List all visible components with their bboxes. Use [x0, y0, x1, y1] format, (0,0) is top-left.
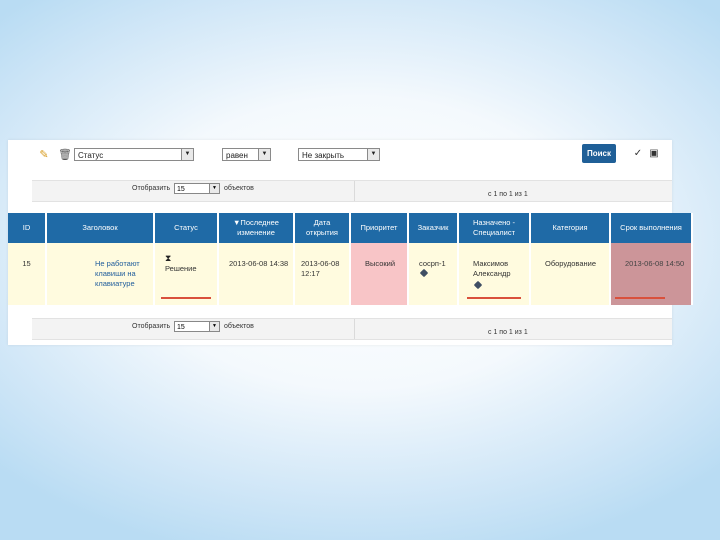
column-header-id[interactable]: ID	[8, 213, 47, 243]
status-text: Решение	[165, 264, 197, 273]
status-filter-value: Статус	[78, 151, 104, 160]
chevron-down-icon[interactable]: ▼	[209, 184, 219, 193]
column-header-customer[interactable]: Заказчик	[408, 213, 459, 243]
column-header-due[interactable]: Срок выполнения	[610, 213, 693, 243]
cell-status: ⧗ Решение	[154, 243, 219, 305]
due-text: 2013-06-08 14:50	[625, 259, 685, 268]
pager-bottom: Отобразить 15 ▼ объектов с 1 по 1 из 1	[32, 318, 672, 340]
hourglass-icon: ⧗	[165, 253, 172, 263]
table-header-row: ID Заголовок Статус ▼Последнее изменение…	[8, 213, 693, 243]
trash-icon[interactable]: 🗑	[58, 149, 72, 161]
pager-top: Отобразить 15 ▼ объектов с 1 по 1 из 1	[32, 180, 672, 202]
show-label: Отобразить	[132, 185, 171, 192]
user-cube-icon[interactable]	[473, 280, 483, 290]
cell-priority: Высокий	[350, 243, 409, 305]
assignee-text[interactable]: Максимов Александр	[473, 259, 511, 278]
due-underline	[615, 297, 665, 299]
page-info: с 1 по 1 из 1	[488, 329, 528, 336]
search-toolbar: ✎ 🗑 Статус ▼ равен ▼ Не закрыть ▼ Поиск …	[8, 140, 672, 174]
chevron-down-icon[interactable]: ▼	[209, 322, 219, 331]
page-size-value: 15	[177, 186, 185, 193]
items-label: объектов	[224, 323, 254, 330]
tickets-table: ID Заголовок Статус ▼Последнее изменение…	[8, 213, 693, 305]
cell-assignee: Максимов Александр	[458, 243, 531, 305]
user-cube-icon[interactable]	[419, 268, 429, 278]
select-all-icon[interactable]: ▣	[648, 148, 660, 160]
table-row[interactable]: 15 Не работают клавиши на клавиатуре ⧗ Р…	[8, 243, 693, 305]
show-label: Отобразить	[132, 323, 171, 330]
column-header-last-change[interactable]: ▼Последнее изменение	[218, 213, 295, 243]
column-header-opened[interactable]: Дата открытия	[294, 213, 351, 243]
page-info: с 1 по 1 из 1	[488, 191, 528, 198]
cell-due: 2013-06-08 14:50	[610, 243, 693, 305]
items-label: объектов	[224, 185, 254, 192]
page-size-select[interactable]: 15 ▼	[174, 183, 220, 194]
cell-category: Оборудование	[530, 243, 611, 305]
column-header-title[interactable]: Заголовок	[46, 213, 155, 243]
value-select-value: Не закрыть	[302, 151, 345, 160]
customer-text[interactable]: сосрп-1	[419, 259, 446, 268]
cell-id: 15	[8, 243, 47, 305]
search-button[interactable]: Поиск	[582, 144, 616, 163]
chevron-down-icon[interactable]: ▼	[181, 149, 193, 160]
column-header-category[interactable]: Категория	[530, 213, 611, 243]
page-size-value: 15	[177, 324, 185, 331]
column-header-priority[interactable]: Приоритет	[350, 213, 409, 243]
cell-customer: сосрп-1	[408, 243, 459, 305]
folder-edit-icon[interactable]: ✎	[38, 149, 50, 161]
column-header-status[interactable]: Статус	[154, 213, 219, 243]
assignee-underline	[467, 297, 521, 299]
status-filter-select[interactable]: Статус ▼	[74, 148, 194, 161]
column-header-assignee[interactable]: Назначено - Специалист	[458, 213, 531, 243]
pager-divider	[354, 181, 355, 201]
cell-last-change: 2013-06-08 14:38	[218, 243, 295, 305]
condition-select[interactable]: равен ▼	[222, 148, 271, 161]
value-select[interactable]: Не закрыть ▼	[298, 148, 380, 161]
page-size-select[interactable]: 15 ▼	[174, 321, 220, 332]
cell-opened: 2013-06-08 12:17	[294, 243, 351, 305]
chevron-down-icon[interactable]: ▼	[258, 149, 270, 160]
cell-title-link[interactable]: Не работают клавиши на клавиатуре	[46, 243, 155, 305]
chevron-down-icon[interactable]: ▼	[367, 149, 379, 160]
check-chart-icon[interactable]: ✓	[632, 148, 644, 160]
status-underline	[161, 297, 211, 299]
pager-divider	[354, 319, 355, 339]
condition-value: равен	[226, 151, 248, 160]
